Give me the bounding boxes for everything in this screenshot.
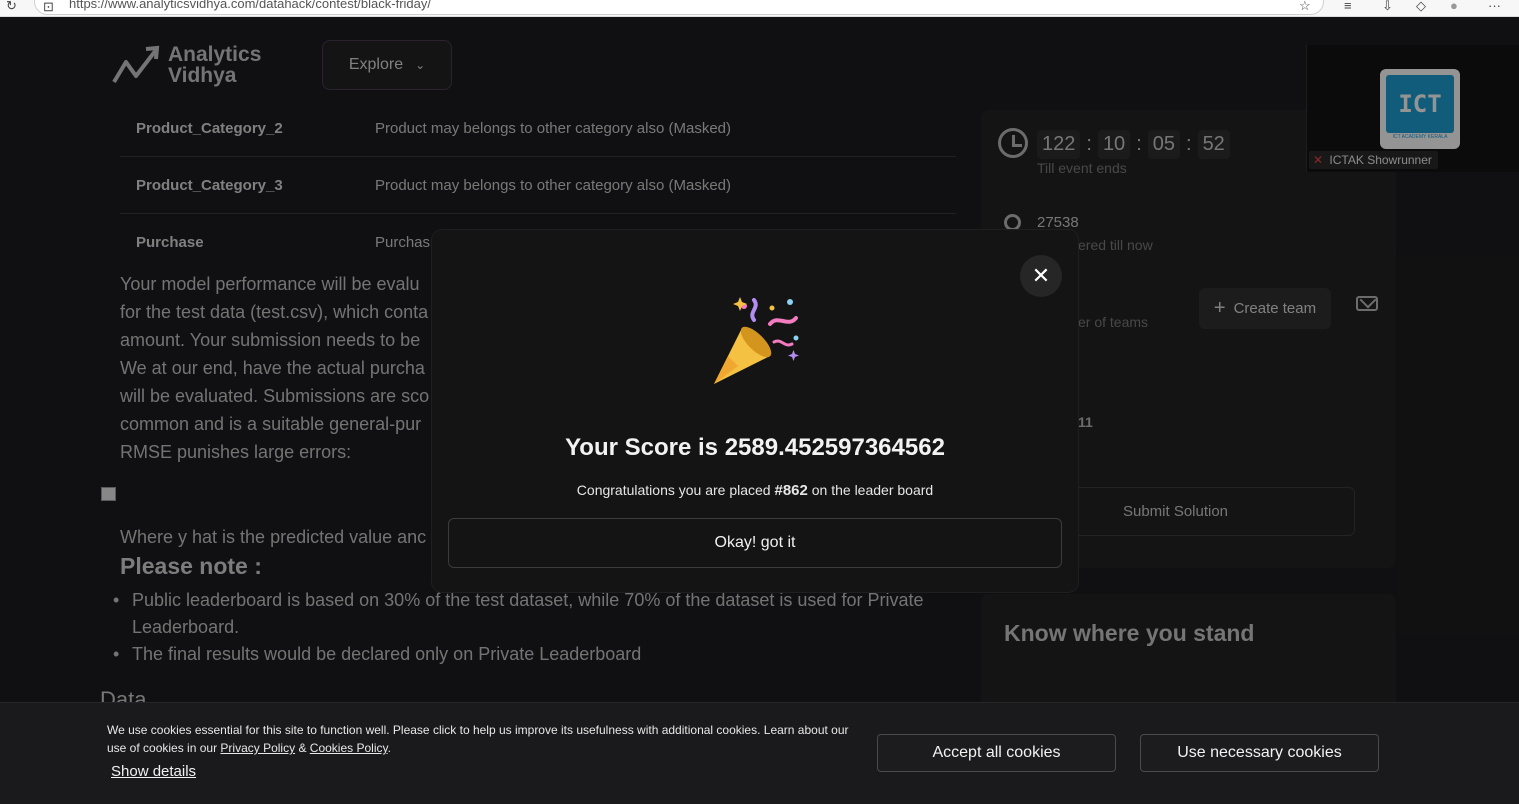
period-text: . <box>387 741 391 755</box>
favorite-star-icon[interactable]: ☆ <box>1299 0 1311 12</box>
congrats-before: Congratulations you are placed <box>576 482 771 498</box>
score-title: Your Score is 2589.452597364562 <box>565 434 945 461</box>
congrats-message: Congratulations you are placed #862 on t… <box>432 482 1078 499</box>
cookie-banner: We use cookies essential for this site t… <box>0 702 1519 804</box>
more-menu-icon[interactable]: ··· <box>1488 0 1501 12</box>
accept-all-cookies-button[interactable]: Accept all cookies <box>877 734 1116 772</box>
cookies-policy-link[interactable]: Cookies Policy <box>310 741 388 755</box>
extensions-icon[interactable]: ◇ <box>1416 0 1426 12</box>
browser-toolbar: ↻ ⊡ https://www.analyticsvidhya.com/data… <box>0 0 1519 17</box>
profile-avatar-icon[interactable]: ● <box>1450 0 1458 12</box>
congrats-after: on the leader board <box>811 482 934 498</box>
refresh-icon[interactable]: ↻ <box>6 0 17 12</box>
leaderboard-rank: #862 <box>774 482 808 499</box>
show-details-link[interactable]: Show details <box>111 763 196 780</box>
address-bar[interactable]: ⊡ https://www.analyticsvidhya.com/dataha… <box>34 0 1324 15</box>
cookie-text-main: We use cookies essential for this site t… <box>107 723 849 755</box>
close-icon[interactable]: ✕ <box>1020 255 1062 297</box>
url-text: https://www.analyticsvidhya.com/datahack… <box>69 0 431 11</box>
amp-text: & <box>298 741 307 755</box>
use-necessary-cookies-button[interactable]: Use necessary cookies <box>1140 734 1379 772</box>
downloads-icon[interactable]: ⇩ <box>1382 0 1393 12</box>
score-modal: ✕ Your Score is 2589.452597364562 Congra… <box>432 230 1078 592</box>
favorites-list-icon[interactable]: ≡ <box>1344 0 1352 12</box>
party-popper-icon <box>714 297 799 384</box>
privacy-policy-link[interactable]: Privacy Policy <box>220 741 295 755</box>
cookie-message: We use cookies essential for this site t… <box>107 721 857 757</box>
page-info-icon[interactable]: ⊡ <box>43 0 54 13</box>
okay-got-it-button[interactable]: Okay! got it <box>448 518 1062 568</box>
